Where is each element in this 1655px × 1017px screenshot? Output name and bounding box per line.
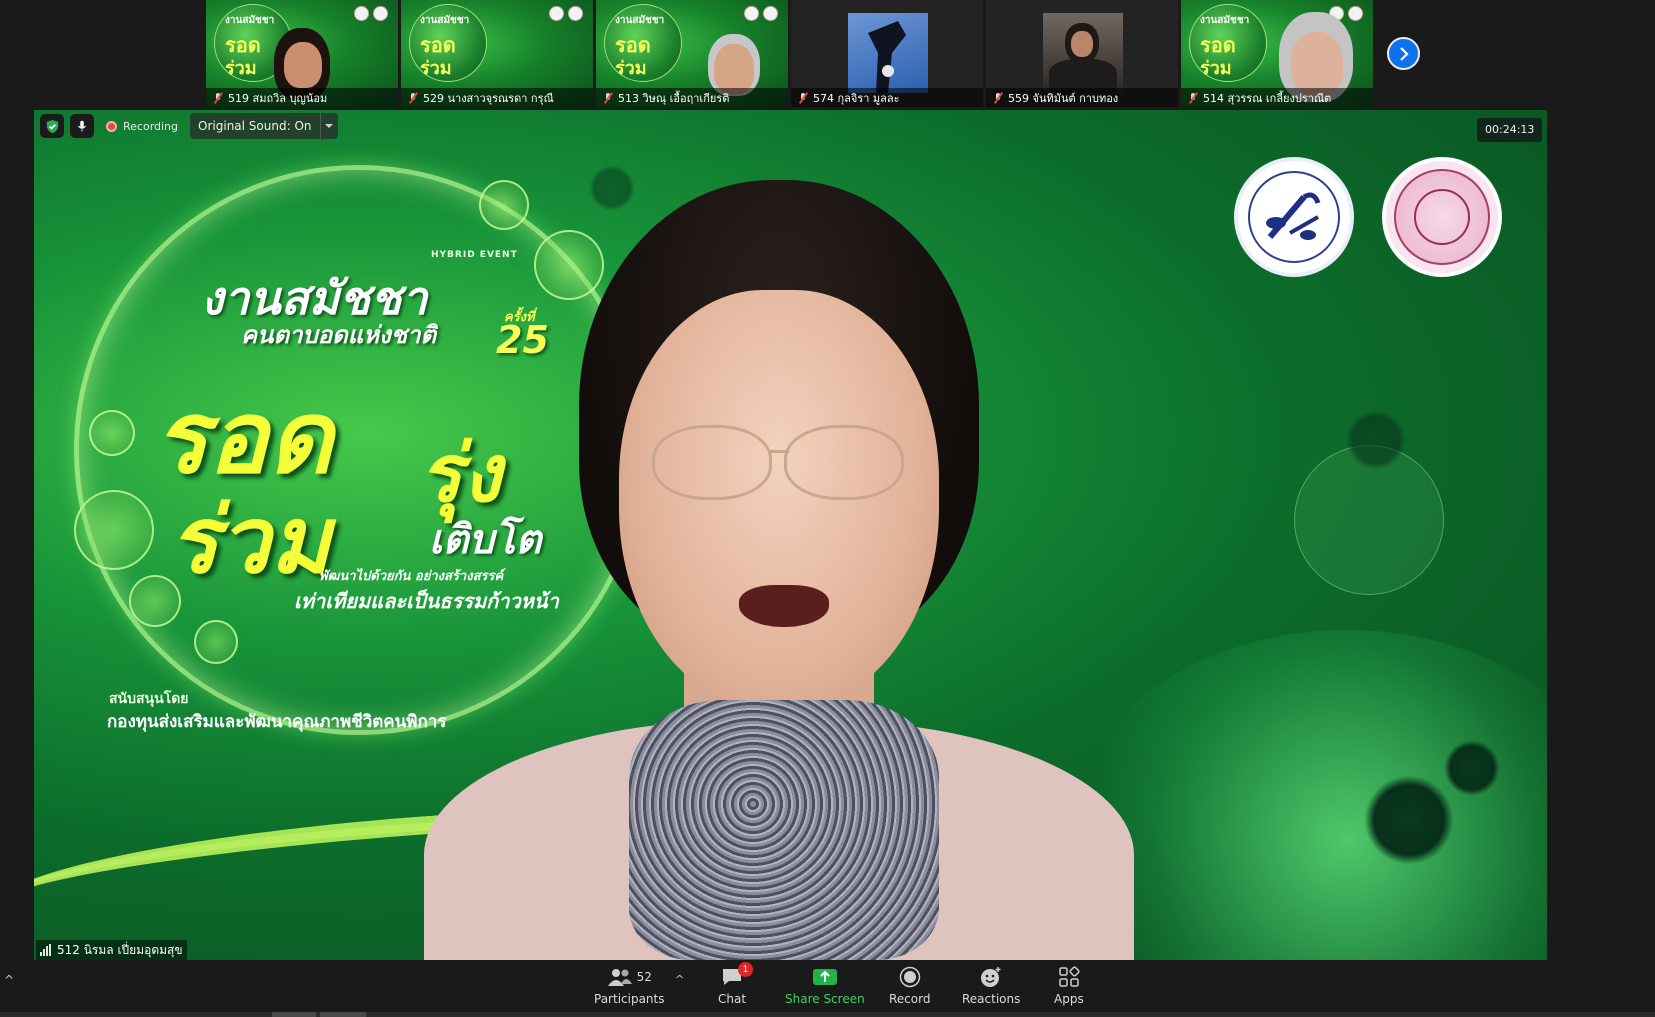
meeting-timer: 00:24:13 <box>1477 118 1543 142</box>
virus-decoration <box>1364 775 1454 865</box>
participant-name-bar: 559 จันทิมันต์ กาบทอง <box>986 88 1178 107</box>
apps-button[interactable]: Apps <box>1054 966 1084 1006</box>
participant-thumbnail[interactable]: 574 กุลจิรา มูลละ <box>791 0 983 107</box>
poster-background: งานสมัชชา รอด ร่วม <box>604 4 682 82</box>
poster-background: งานสมัชชา รอด ร่วม <box>1189 4 1267 82</box>
participant-name-bar: 529 นางสาวจุรณรดา กรุณี <box>401 88 593 107</box>
participant-thumbnail[interactable]: งานสมัชชา รอด ร่วม 529 นางสาวจุรณรดา กรุณี <box>401 0 593 107</box>
active-speaker-video[interactable]: HYBRID EVENT งานสมัชชา คนตาบอดแห่งชาติ ค… <box>34 110 1547 960</box>
participant-name: 519 สมถวิล บุญน้อม <box>228 91 328 105</box>
participant-thumbnail[interactable]: งานสมัชชา รอด ร่วม 513 วิษณุ เอื้อฤาเกียรต… <box>596 0 788 107</box>
participant-name: 513 วิษณุ เอื้อฤาเกียรติ <box>618 91 730 105</box>
government-seal-logo <box>1382 157 1502 277</box>
apps-label: Apps <box>1054 992 1084 1006</box>
audio-status-icon[interactable] <box>70 114 94 138</box>
reactions-label: Reactions <box>962 992 1021 1006</box>
next-page-button[interactable] <box>1387 37 1420 70</box>
record-icon <box>899 966 920 988</box>
muted-mic-icon <box>212 92 224 104</box>
speaker-name: 512 นิรมล เปี่ยมอุดมสุข <box>57 942 183 957</box>
chat-unread-badge: 1 <box>738 962 754 977</box>
mini-logos <box>354 6 388 21</box>
muted-mic-icon <box>992 92 1004 104</box>
meeting-toolbar: ^ 52 Participants ^ 1 Chat Share Screen … <box>0 960 1655 1017</box>
participant-name: 574 กุลจิรา มูลละ <box>813 91 900 105</box>
participants-label: Participants <box>594 992 665 1006</box>
chevron-up-icon[interactable]: ^ <box>675 973 684 986</box>
muted-mic-icon <box>797 92 809 104</box>
mini-logos <box>744 6 778 21</box>
record-button[interactable]: Record <box>889 966 930 1006</box>
signal-strength-icon <box>40 944 51 956</box>
participant-name: 529 นางสาวจุรณรดา กรุณี <box>423 91 554 105</box>
taskbar-edge <box>0 1012 1655 1017</box>
muted-mic-icon <box>407 92 419 104</box>
participant-name: 559 จันทิมันต์ กาบทอง <box>1008 91 1119 105</box>
participant-name-bar: 519 สมถวิล บุญน้อม <box>206 88 398 107</box>
participant-video <box>1043 13 1123 93</box>
mini-logos <box>549 6 583 21</box>
participant-name-bar: 574 กุลจิรา มูลละ <box>791 88 983 107</box>
recording-label: Recording <box>123 119 179 133</box>
speaker-name-label: 512 นิรมล เปี่ยมอุดมสุข <box>36 940 187 960</box>
participant-video <box>848 13 928 93</box>
chat-label: Chat <box>718 992 747 1006</box>
original-sound-label[interactable]: Original Sound: On <box>190 113 319 139</box>
participant-name: 514 สุวรรณ เกลี้ยงปราณีต <box>1203 91 1332 105</box>
participants-count: 52 <box>636 970 652 984</box>
apps-icon <box>1059 966 1080 987</box>
poster-background: งานสมัชชา รอด ร่วม <box>409 4 487 82</box>
poster-supported-by: สนับสนุนโดย <box>109 691 189 707</box>
reactions-button[interactable]: Reactions <box>962 966 1020 1006</box>
meeting-status-bar: Recording Original Sound: On <box>40 113 338 139</box>
blind-association-logo <box>1234 157 1354 277</box>
participant-name-bar: 513 วิษณุ เอื้อฤาเกียรติ <box>596 88 788 107</box>
reactions-icon <box>981 967 1001 987</box>
chevron-down-icon[interactable] <box>319 113 338 139</box>
muted-mic-icon <box>1187 92 1199 104</box>
share-screen-button[interactable]: Share Screen <box>785 966 865 1006</box>
participant-thumbnail-strip: งานสมัชชา รอด ร่วม 519 สมถวิล บุญน้อม งานส… <box>206 0 1373 107</box>
muted-mic-icon <box>602 92 614 104</box>
chevron-up-icon[interactable]: ^ <box>4 973 14 987</box>
speaker-person <box>384 180 1184 960</box>
recording-dot-icon <box>106 120 117 132</box>
chat-button[interactable]: 1 Chat <box>718 962 754 1006</box>
share-screen-label: Share Screen <box>785 992 865 1006</box>
record-label: Record <box>889 992 931 1006</box>
participants-icon <box>607 969 632 986</box>
original-sound-toggle[interactable]: Original Sound: On <box>190 113 338 139</box>
share-screen-icon <box>812 969 837 985</box>
recording-indicator[interactable]: Recording <box>100 114 184 138</box>
participant-thumbnail[interactable]: 559 จันทิมันต์ กาบทอง <box>986 0 1178 107</box>
participant-name-bar: 514 สุวรรณ เกลี้ยงปราณีต <box>1181 88 1373 107</box>
chevron-right-icon <box>1399 46 1409 61</box>
encryption-shield-icon[interactable] <box>40 114 64 138</box>
participant-thumbnail[interactable]: งานสมัชชา รอด ร่วม 519 สมถวิล บุญน้อม <box>206 0 398 107</box>
participants-button[interactable]: 52 Participants <box>594 966 665 1006</box>
participant-thumbnail[interactable]: งานสมัชชา รอด ร่วม 514 สุวรรณ เกลี้ยงปราณี… <box>1181 0 1373 107</box>
